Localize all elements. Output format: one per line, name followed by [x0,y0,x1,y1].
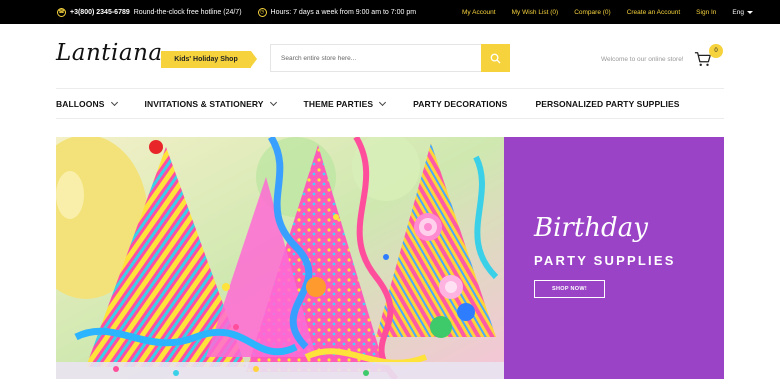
nav-item-label: THEME PARTIES [303,98,374,109]
top-bar-info: ☎ +3(800) 2345-6789 Round-the-clock free… [57,0,416,24]
language-selector[interactable]: Eng [732,9,753,16]
language-label: Eng [732,8,744,16]
nav-item-label: PERSONALIZED PARTY SUPPLIES [535,98,680,109]
search-input[interactable] [271,45,483,71]
welcome-message: Welcome to our online store! [601,56,684,63]
phone-icon: ☎ [57,7,66,17]
search-box [270,44,510,72]
banner-title: Birthday [534,213,648,243]
chevron-down-icon [110,98,118,106]
top-bar: ☎ +3(800) 2345-6789 Round-the-clock free… [0,0,780,24]
account-links: My Account My Wish List (0) Compare (0) … [462,0,753,24]
cart-count-badge: 0 [709,44,723,58]
nav-item-balloons[interactable]: BALLOONS [56,98,118,109]
clock-icon: ◷ [257,7,267,17]
nav-item-label: PARTY DECORATIONS [413,98,508,109]
banner-promo-panel: Birthday PARTY SUPPLIES SHOP NOW! [504,137,724,379]
logo[interactable]: Lantiana [56,40,163,66]
nav-item-theme-parties[interactable]: THEME PARTIES [303,98,387,109]
create-account-link[interactable]: Create an Account [627,9,680,16]
main-nav: BALLOONS INVITATIONS & STATIONERY THEME … [56,89,708,118]
sign-in-link[interactable]: Sign In [696,9,716,16]
caret-down-icon [747,10,753,14]
banner-subtitle: PARTY SUPPLIES [534,253,676,268]
hotline-text: Round-the-clock free hotline (24/7) [133,8,242,16]
nav-item-invitations[interactable]: INVITATIONS & STATIONERY [144,98,277,109]
search-button[interactable] [481,44,510,72]
compare-link[interactable]: Compare (0) [574,9,610,16]
nav-divider-bottom [56,118,724,119]
nav-item-label: BALLOONS [56,98,105,109]
my-account-link[interactable]: My Account [462,9,496,16]
shop-now-button[interactable]: SHOP NOW! [534,280,605,298]
banner-image[interactable] [56,137,504,379]
search-icon [490,53,501,64]
nav-item-personalized-supplies[interactable]: PERSONALIZED PARTY SUPPLIES [535,99,679,109]
nav-item-label: INVITATIONS & STATIONERY [144,98,264,109]
chevron-down-icon [269,98,277,106]
hours-text: Hours: 7 days a week from 9:00 am to 7:0… [270,8,417,16]
phone-number[interactable]: +3(800) 2345-6789 [70,9,130,16]
tagline-badge: Kids' Holiday Shop [161,51,257,68]
chevron-down-icon [379,98,387,106]
nav-item-party-decorations[interactable]: PARTY DECORATIONS [413,99,507,109]
wish-list-link[interactable]: My Wish List (0) [512,9,559,16]
